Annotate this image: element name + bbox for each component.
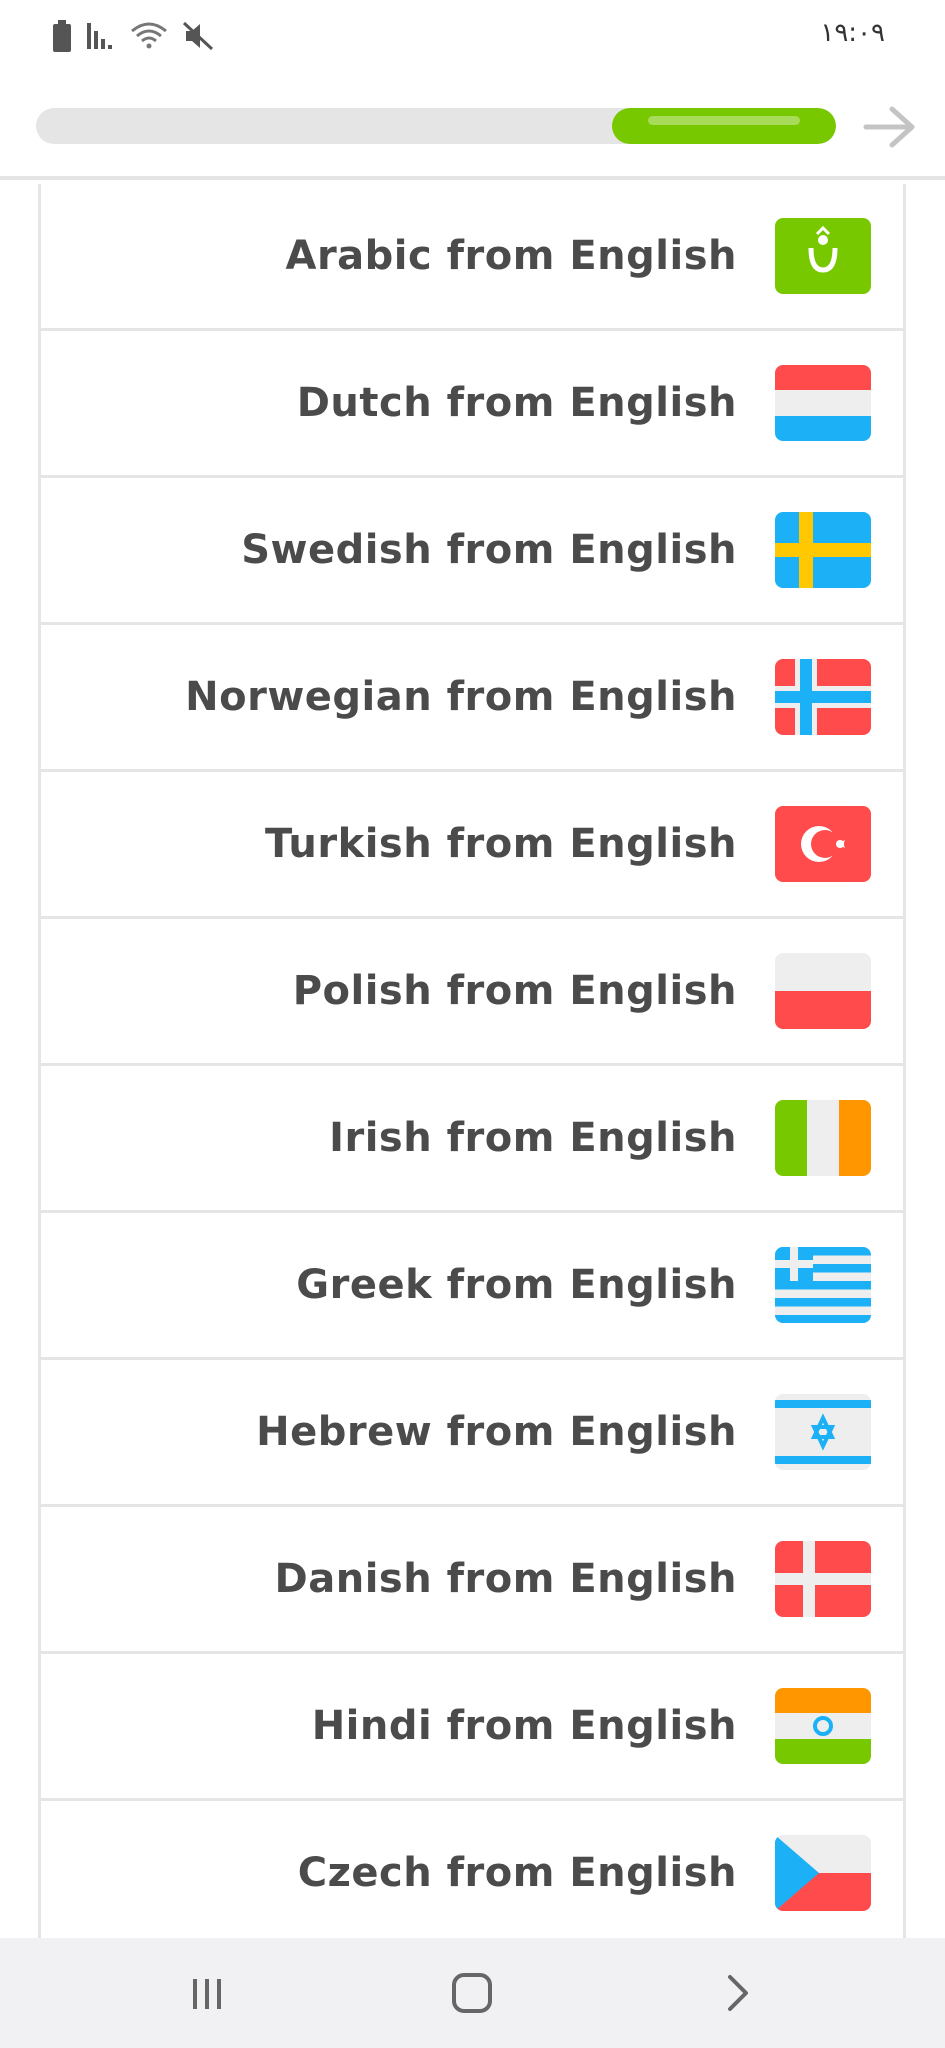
course-row-hindi[interactable]: Hindi from English	[41, 1654, 903, 1801]
back-icon	[728, 1975, 748, 2011]
next-button[interactable]	[862, 104, 918, 150]
course-row-dutch[interactable]: Dutch from English	[41, 331, 903, 478]
progress-header	[0, 70, 945, 180]
course-row-irish[interactable]: Irish from English	[41, 1066, 903, 1213]
arabic-flag-icon	[775, 218, 871, 294]
home-icon	[452, 1973, 492, 2013]
progress-highlight	[648, 116, 800, 125]
status-time: ١٩:٠٩	[820, 18, 885, 48]
course-label: Irish from English	[329, 1115, 737, 1161]
course-row-swedish[interactable]: Swedish from English	[41, 478, 903, 625]
arrow-right-icon	[863, 106, 915, 148]
course-row-polish[interactable]: Polish from English	[41, 919, 903, 1066]
signal-icon	[86, 21, 116, 51]
polish-flag-icon	[775, 953, 871, 1029]
greek-flag-icon	[775, 1247, 871, 1323]
course-row-danish[interactable]: Danish from English	[41, 1507, 903, 1654]
course-list: Arabic from English Dutch from English S…	[38, 184, 906, 1938]
course-label: Turkish from English	[265, 821, 737, 867]
danish-flag-icon	[775, 1541, 871, 1617]
back-button[interactable]	[682, 1958, 792, 2028]
course-label: Dutch from English	[296, 380, 737, 426]
course-row-czech[interactable]: Czech from English	[41, 1801, 903, 1938]
swedish-flag-icon	[775, 512, 871, 588]
recent-apps-button[interactable]	[152, 1958, 262, 2028]
course-row-norwegian[interactable]: Norwegian from English	[41, 625, 903, 772]
course-label: Hebrew from English	[256, 1409, 737, 1455]
hebrew-flag-icon	[775, 1394, 871, 1470]
status-icons	[52, 18, 214, 54]
battery-icon	[52, 20, 72, 52]
status-bar: ١٩:٠٩	[0, 0, 945, 70]
progress-fill	[612, 108, 836, 144]
mute-icon	[182, 21, 214, 51]
course-label: Arabic from English	[285, 233, 737, 279]
course-label: Swedish from English	[241, 527, 737, 573]
course-row-greek[interactable]: Greek from English	[41, 1213, 903, 1360]
dutch-flag-icon	[775, 365, 871, 441]
turkish-flag-icon	[775, 806, 871, 882]
course-label: Czech from English	[297, 1850, 737, 1896]
course-label: Danish from English	[274, 1556, 737, 1602]
czech-flag-icon	[775, 1835, 871, 1911]
course-label: Norwegian from English	[185, 674, 737, 720]
system-nav-bar	[0, 1938, 945, 2048]
recent-apps-icon	[193, 1979, 221, 2009]
hindi-flag-icon	[775, 1688, 871, 1764]
course-label: Hindi from English	[311, 1703, 737, 1749]
course-row-turkish[interactable]: Turkish from English	[41, 772, 903, 919]
progress-bar	[36, 108, 836, 144]
course-label: Polish from English	[292, 968, 737, 1014]
course-row-arabic[interactable]: Arabic from English	[41, 184, 903, 331]
wifi-icon	[130, 21, 168, 51]
course-label: Greek from English	[296, 1262, 737, 1308]
home-button[interactable]	[417, 1958, 527, 2028]
norwegian-flag-icon	[775, 659, 871, 735]
course-row-hebrew[interactable]: Hebrew from English	[41, 1360, 903, 1507]
irish-flag-icon	[775, 1100, 871, 1176]
